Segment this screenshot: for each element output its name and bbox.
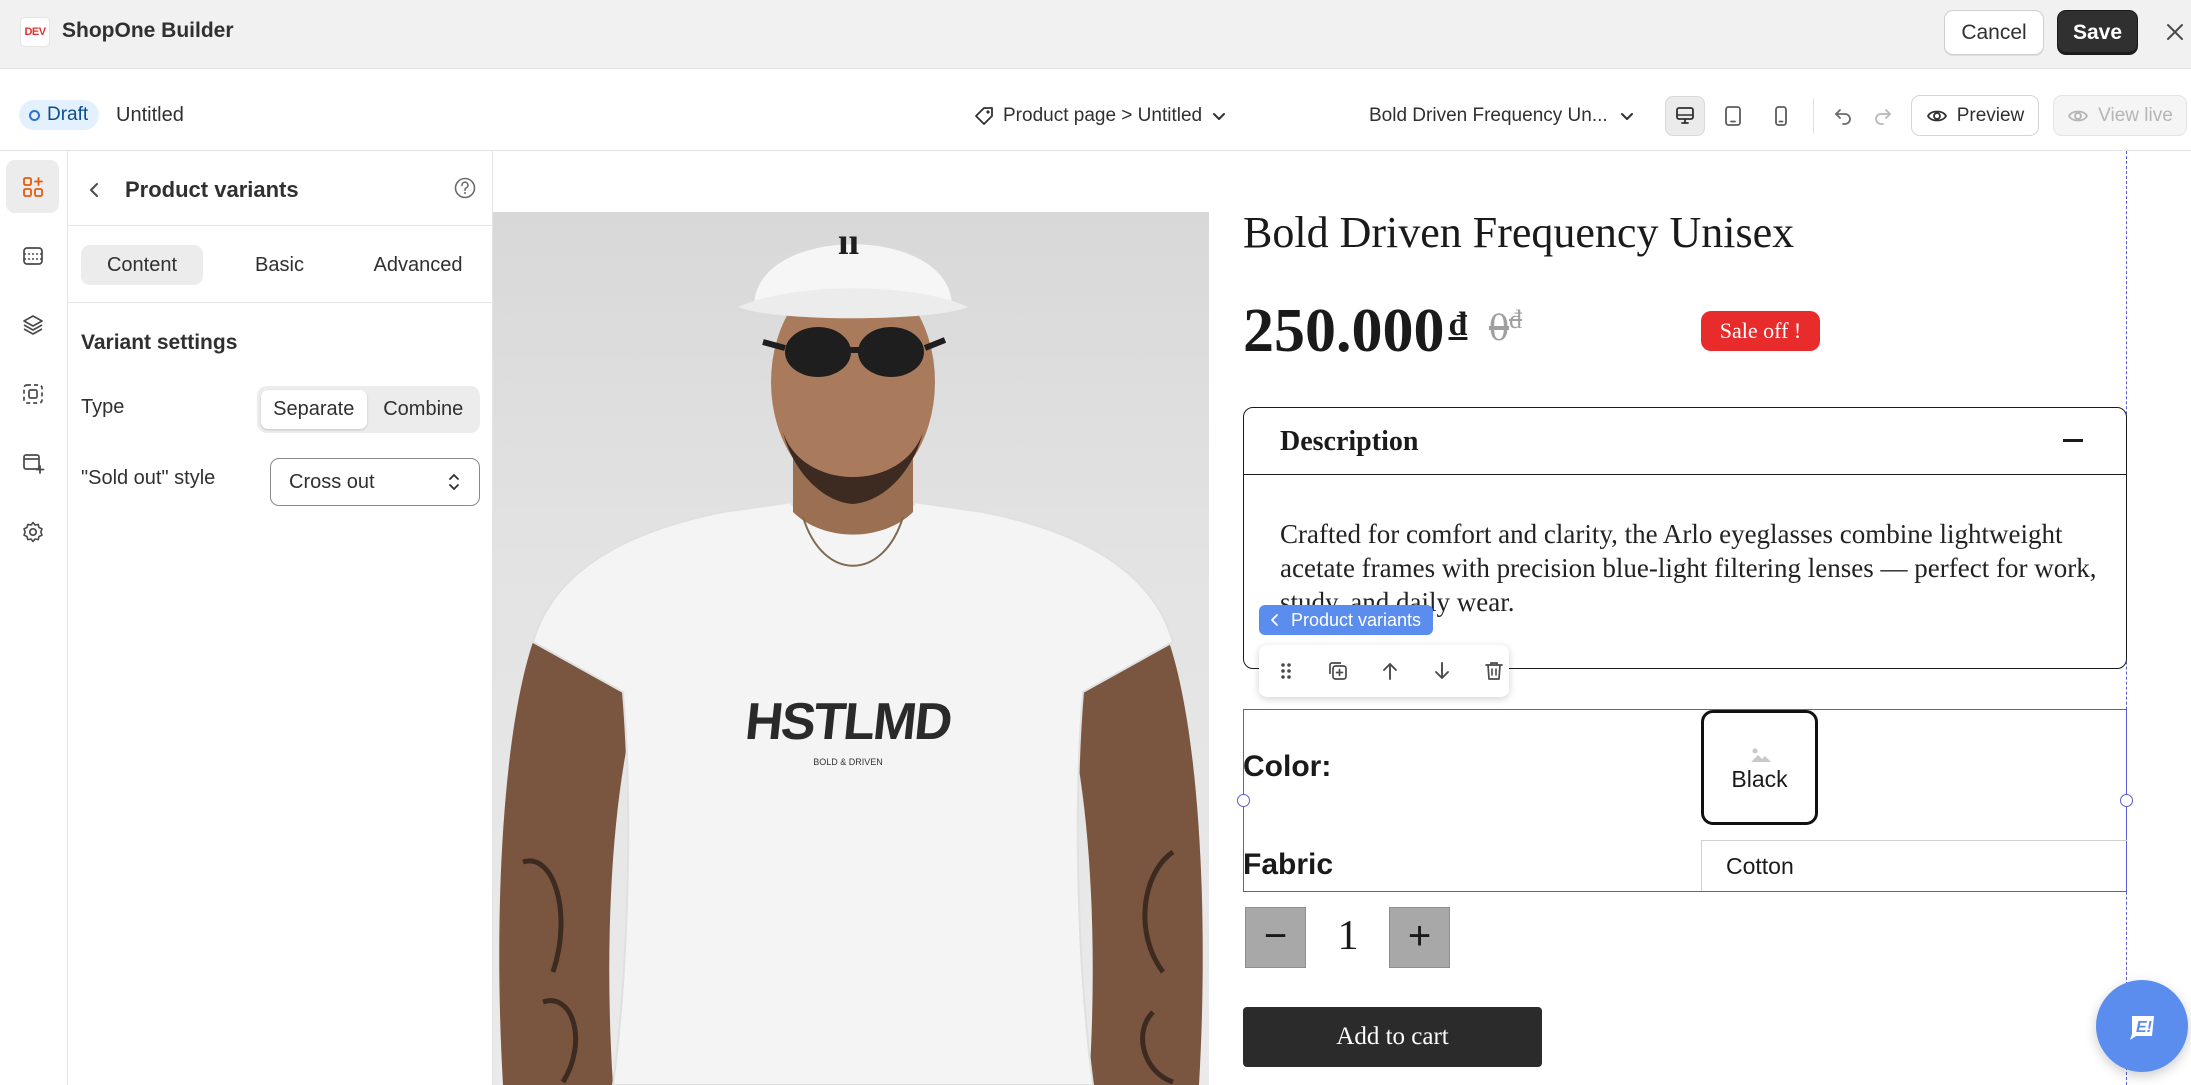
sections-icon[interactable] (6, 229, 59, 282)
device-tablet-button[interactable] (1713, 96, 1753, 136)
quantity-decrease-button[interactable]: − (1245, 907, 1306, 968)
soldout-style-label: "Sold out" style (81, 467, 216, 489)
duplicate-icon[interactable] (1323, 655, 1353, 687)
compare-price-currency: đ (1509, 305, 1522, 334)
type-option-combine[interactable]: Combine (371, 390, 477, 429)
product-selector[interactable]: Bold Driven Frequency Un... (1369, 100, 1636, 132)
panel-title: Product variants (125, 177, 299, 202)
tab-advanced[interactable]: Advanced (355, 245, 481, 285)
panel-divider (68, 302, 493, 303)
device-desktop-button[interactable] (1665, 96, 1705, 136)
type-option-separate[interactable]: Separate (261, 390, 367, 429)
product-price[interactable]: 250.000 đ (1243, 296, 1467, 367)
price-currency: đ (1448, 306, 1468, 343)
panel-divider (68, 225, 493, 226)
color-swatch-label: Black (1731, 766, 1788, 792)
tshirt-print: HSTLMD (742, 693, 954, 751)
selected-element-label[interactable]: Product variants (1259, 605, 1434, 635)
section-title: Variant settings (81, 331, 238, 354)
undo-icon[interactable] (1828, 100, 1858, 130)
add-elements-icon[interactable] (6, 160, 59, 213)
toolbar-divider (1813, 98, 1814, 134)
top-bar: DEV ShopOne Builder Cancel Save (0, 0, 2191, 69)
soldout-style-select[interactable]: Cross out (270, 458, 480, 506)
page-selector[interactable]: Product page > Untitled (973, 100, 1228, 132)
chevron-down-icon (1210, 107, 1228, 125)
icon-rail (0, 151, 68, 1085)
sale-badge[interactable]: Sale off ! (1701, 311, 1820, 351)
preview-label: Preview (1956, 104, 2025, 126)
chat-assistant-button[interactable]: E! (2096, 980, 2188, 1072)
resize-handle-left[interactable] (1237, 794, 1250, 807)
layers-icon[interactable] (6, 298, 59, 351)
svg-text:ıı: ıı (838, 221, 859, 263)
tab-basic[interactable]: Basic (227, 245, 332, 285)
drag-handle-icon[interactable] (1271, 655, 1301, 687)
view-live-button[interactable]: View live (2053, 95, 2187, 136)
templates-icon[interactable] (6, 367, 59, 420)
cancel-button[interactable]: Cancel (1944, 10, 2044, 55)
settings-icon[interactable] (6, 505, 59, 558)
move-down-icon[interactable] (1427, 655, 1457, 687)
product-image[interactable]: ıı HSTLMD BOLD & DRIVEN (493, 212, 1209, 1085)
select-chevrons-icon (445, 471, 463, 493)
price-value: 250.000 (1243, 297, 1445, 365)
description-title: Description (1280, 426, 1419, 457)
close-icon[interactable] (2160, 17, 2190, 47)
app-logo: DEV (20, 17, 50, 47)
help-icon[interactable] (451, 174, 479, 202)
soldout-style-value: Cross out (289, 471, 375, 493)
chevron-down-icon (1618, 107, 1636, 125)
save-button[interactable]: Save (2057, 10, 2138, 55)
tag-icon (973, 105, 995, 127)
type-label: Type (81, 396, 125, 418)
fabric-option-label: Fabric (1243, 848, 1334, 881)
quantity-increase-button[interactable]: + (1389, 907, 1450, 968)
compare-price-value: 0 (1489, 304, 1509, 349)
status-badge: Draft (19, 100, 100, 130)
add-to-cart-button[interactable]: Add to cart (1243, 1007, 1542, 1067)
description-header[interactable]: Description (1244, 408, 2126, 475)
selected-element-name: Product variants (1291, 610, 1422, 630)
tablet-icon (1725, 106, 1741, 126)
mobile-icon (1775, 106, 1787, 126)
compare-at-price[interactable]: 0 đ (1489, 303, 1522, 350)
desktop-icon (1676, 107, 1694, 124)
back-arrow-icon[interactable] (80, 176, 108, 204)
collapse-minus-icon[interactable] (2063, 439, 2083, 442)
add-page-icon[interactable] (6, 436, 59, 489)
redo-icon[interactable] (1868, 100, 1898, 130)
product-selector-label: Bold Driven Frequency Un... (1369, 105, 1608, 126)
type-segmented-control: Separate Combine (257, 386, 480, 433)
delete-trash-icon[interactable] (1479, 655, 1509, 687)
chevron-left-icon (1269, 613, 1281, 627)
page-name[interactable]: Untitled (116, 104, 184, 127)
image-placeholder-icon (1750, 747, 1772, 763)
resize-handle-right[interactable] (2120, 794, 2133, 807)
eye-icon (1926, 105, 1948, 127)
tab-content[interactable]: Content (81, 245, 203, 285)
page-selector-label: Product page > Untitled (1003, 105, 1203, 126)
product-title[interactable]: Bold Driven Frequency Unisex (1243, 207, 1794, 258)
status-badge-label: Draft (47, 104, 89, 125)
model-photo-illustration: ıı (499, 221, 1203, 1085)
preview-button[interactable]: Preview (1911, 95, 2039, 136)
settings-panel (68, 151, 493, 1085)
tshirt-subprint: BOLD & DRIVEN (813, 757, 883, 767)
element-toolbar (1259, 645, 1509, 697)
fabric-option-cotton[interactable]: Cotton (1701, 840, 2127, 891)
quantity-value[interactable]: 1 (1330, 912, 1366, 960)
chat-bubble-icon: E! (2130, 1016, 2154, 1040)
color-swatch-black[interactable]: Black (1701, 710, 1818, 825)
eye-icon (2067, 105, 2089, 127)
color-option-label: Color: (1243, 750, 1332, 783)
move-up-icon[interactable] (1375, 655, 1405, 687)
description-text: Crafted for comfort and clarity, the Arl… (1280, 519, 2097, 617)
status-dot-icon (29, 109, 40, 121)
svg-text:E!: E! (2136, 1019, 2153, 1036)
device-mobile-button[interactable] (1761, 96, 1801, 136)
view-live-label: View live (2098, 104, 2173, 126)
app-title: ShopOne Builder (62, 19, 234, 42)
